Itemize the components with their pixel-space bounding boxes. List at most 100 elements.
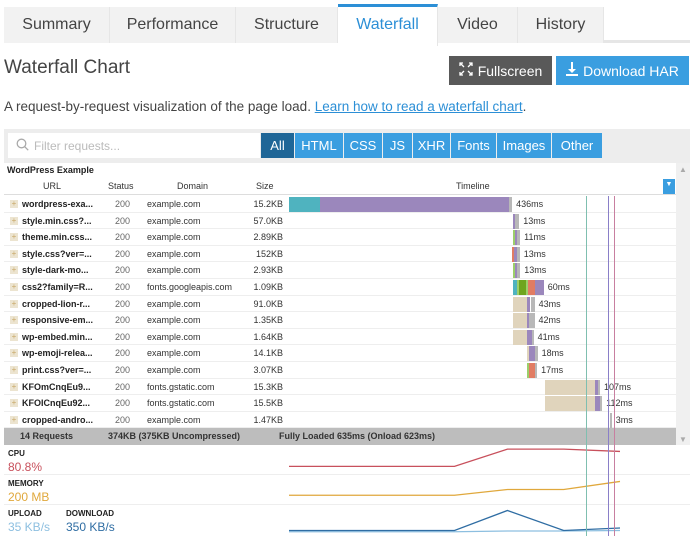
filter-tab-other[interactable]: Other bbox=[552, 133, 602, 158]
scroll-up-icon[interactable]: ▲ bbox=[679, 165, 687, 174]
expand-row-icon[interactable]: + bbox=[10, 349, 18, 358]
tab-waterfall[interactable]: Waterfall bbox=[338, 4, 438, 46]
request-status: 200 bbox=[115, 282, 131, 292]
request-size: 15.3KB bbox=[253, 381, 283, 392]
request-row[interactable]: + wp-embed.min... 200 example.com 1.64KB 41ms bbox=[4, 329, 676, 346]
request-row[interactable]: + style.min.css?... 200 example.com 57.0KB 13… bbox=[4, 213, 676, 230]
summary-size: 374KB (375KB Uncompressed) bbox=[108, 431, 241, 441]
timing-segment-blocked bbox=[512, 329, 527, 345]
expand-row-icon[interactable]: + bbox=[10, 249, 18, 258]
request-status: 200 bbox=[115, 215, 131, 226]
tab-structure[interactable]: Structure bbox=[236, 7, 338, 43]
filter-input[interactable]: Filter requests... bbox=[8, 133, 260, 158]
tab-video[interactable]: Video bbox=[438, 7, 518, 43]
request-domain: fonts.gstatic.com bbox=[147, 381, 215, 392]
request-url: wordpress-exa... bbox=[22, 199, 94, 209]
column-header-url[interactable]: URL bbox=[43, 181, 61, 191]
request-row[interactable]: + css2?family=R... 200 fonts.googleapis.com… bbox=[4, 279, 676, 296]
request-row[interactable]: + wordpress-exa... 200 example.com 15.2KB 436… bbox=[4, 196, 676, 213]
request-url: KFOICnqEu92... bbox=[22, 398, 91, 409]
filter-tab-html[interactable]: HTML bbox=[295, 133, 343, 158]
expand-row-icon[interactable]: + bbox=[10, 415, 18, 424]
expand-row-icon[interactable]: + bbox=[10, 332, 18, 341]
request-url: style-dark-mo... bbox=[22, 265, 89, 276]
timing-segment-receive bbox=[516, 263, 521, 279]
request-status: 200 bbox=[115, 398, 131, 409]
request-url: cropped-lion-r... bbox=[22, 298, 91, 309]
request-url: style.css?ver=... bbox=[22, 248, 92, 259]
request-domain: example.com bbox=[147, 248, 201, 259]
description-suffix: . bbox=[522, 99, 527, 114]
request-row[interactable]: + KFOmCnqEu9... 200 fonts.gstatic.com 15.3KB… bbox=[4, 379, 676, 396]
request-duration: 43ms bbox=[538, 298, 561, 309]
expand-row-icon[interactable]: + bbox=[10, 366, 18, 374]
marker-line-onload bbox=[607, 196, 609, 536]
request-duration: 13ms bbox=[524, 265, 547, 276]
request-url: responsive-em... bbox=[22, 315, 94, 326]
filter-tab-js[interactable]: JS bbox=[383, 133, 412, 158]
request-row[interactable]: + wp-emoji-relea... 200 example.com 14.1KB 18… bbox=[4, 345, 676, 362]
timing-segment-wait bbox=[319, 197, 509, 212]
request-size: 2.89KB bbox=[253, 232, 283, 243]
timing-segment-dns bbox=[289, 197, 320, 212]
column-header-timeline[interactable]: Timeline bbox=[456, 181, 490, 191]
search-icon bbox=[16, 138, 29, 154]
request-row[interactable]: + KFOICnqEu92... 200 fonts.gstatic.com 15.5K… bbox=[4, 395, 676, 412]
request-url: wp-emoji-relea... bbox=[22, 348, 93, 359]
column-header-status[interactable]: Status bbox=[108, 181, 134, 191]
expand-row-icon[interactable]: + bbox=[10, 216, 18, 225]
request-row[interactable]: + responsive-em... 200 example.com 1.35KB 42m… bbox=[4, 312, 676, 329]
expand-row-icon[interactable]: + bbox=[10, 316, 18, 325]
request-row[interactable]: + style-dark-mo... 200 example.com 2.93KB 13m… bbox=[4, 262, 676, 279]
timing-segment-receive bbox=[516, 230, 521, 246]
filter-tab-fonts[interactable]: Fonts bbox=[451, 133, 496, 158]
timing-segment-receive bbox=[534, 346, 538, 362]
waterfall-header: URL Status Domain Size Timeline ▼ bbox=[4, 179, 676, 195]
request-row[interactable]: + style.css?ver=... 200 example.com 152KB 13m… bbox=[4, 246, 676, 263]
request-duration: 60ms bbox=[547, 282, 570, 292]
waterfall-table: WordPress Example URL Status Domain Size… bbox=[4, 163, 676, 445]
filter-tab-css[interactable]: CSS bbox=[344, 133, 382, 158]
timing-segment-receive bbox=[515, 213, 520, 229]
column-header-domain[interactable]: Domain bbox=[177, 181, 208, 191]
request-duration: 13ms bbox=[523, 248, 546, 259]
expand-row-icon[interactable]: + bbox=[10, 399, 18, 408]
request-duration: 41ms bbox=[537, 331, 560, 342]
request-url: print.css?ver=... bbox=[22, 365, 92, 375]
request-status: 200 bbox=[115, 365, 131, 375]
request-row[interactable]: + theme.min.css... 200 example.com 2.89KB 11m… bbox=[4, 229, 676, 246]
expand-row-icon[interactable]: + bbox=[10, 283, 18, 291]
column-header-size[interactable]: Size bbox=[256, 181, 274, 191]
download-line bbox=[289, 509, 621, 532]
request-status: 200 bbox=[115, 348, 131, 359]
download-har-button[interactable]: Download HAR bbox=[556, 56, 689, 85]
learn-waterfall-link[interactable]: Learn how to read a waterfall chart bbox=[315, 99, 523, 114]
tab-history[interactable]: History bbox=[518, 7, 604, 43]
marker-line-fully-loaded bbox=[613, 196, 615, 536]
expand-row-icon[interactable]: + bbox=[10, 200, 18, 208]
timing-segment-receive bbox=[531, 329, 534, 345]
filter-tab-images[interactable]: Images bbox=[497, 133, 551, 158]
filter-tab-xhr[interactable]: XHR bbox=[413, 133, 450, 158]
timeline-options-button[interactable]: ▼ bbox=[663, 179, 675, 194]
expand-row-icon[interactable]: + bbox=[10, 382, 18, 391]
filter-tab-all[interactable]: All bbox=[261, 133, 294, 158]
waterfall-scrollbar[interactable]: ▲ ▼ bbox=[676, 163, 690, 445]
scroll-down-icon[interactable]: ▼ bbox=[679, 435, 687, 444]
request-domain: example.com bbox=[147, 232, 201, 243]
fullscreen-button[interactable]: Fullscreen bbox=[449, 56, 552, 85]
request-url: KFOmCnqEu9... bbox=[22, 381, 91, 392]
expand-row-icon[interactable]: + bbox=[10, 299, 18, 308]
request-row[interactable]: + print.css?ver=... 200 example.com 3.07KB 17… bbox=[4, 362, 676, 379]
expand-row-icon[interactable]: + bbox=[10, 266, 18, 275]
request-row[interactable]: + cropped-andro... 200 example.com 1.47KB 3ms bbox=[4, 412, 676, 429]
request-duration: 17ms bbox=[541, 365, 564, 375]
filter-panel: Filter requests... All HTML CSS JS XHR Fonts I… bbox=[4, 129, 690, 163]
request-domain: example.com bbox=[147, 298, 201, 309]
tab-performance[interactable]: Performance bbox=[110, 7, 236, 43]
request-row[interactable]: + cropped-lion-r... 200 example.com 91.0KB 43… bbox=[4, 296, 676, 313]
expand-icon bbox=[459, 62, 473, 79]
request-url: style.min.css?... bbox=[22, 215, 92, 226]
expand-row-icon[interactable]: + bbox=[10, 233, 18, 242]
tab-summary[interactable]: Summary bbox=[4, 7, 110, 43]
